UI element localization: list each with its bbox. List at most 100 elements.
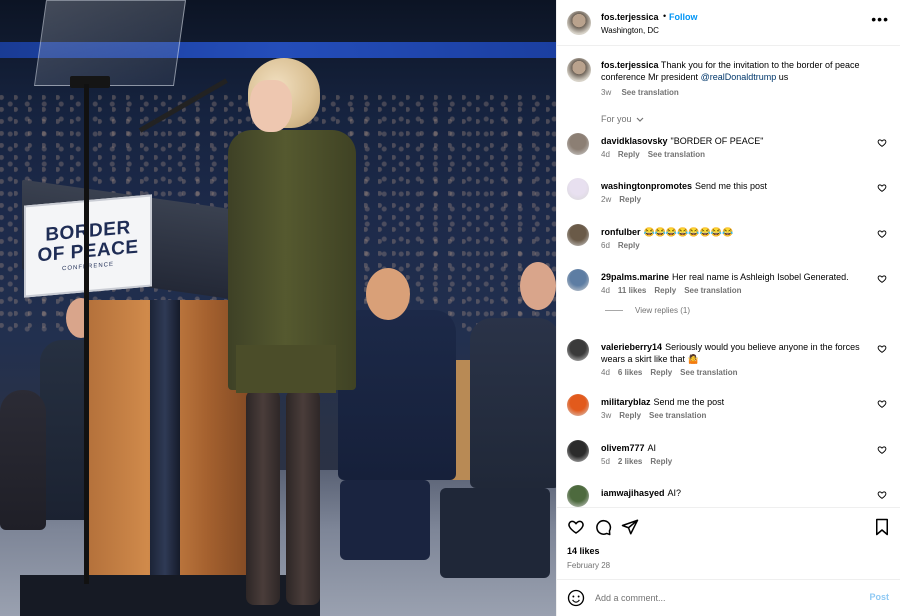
view-replies-label: View replies (1) [635, 306, 690, 315]
heart-icon[interactable] [567, 518, 585, 536]
reply-button[interactable]: Reply [650, 457, 672, 466]
bookmark-icon[interactable] [873, 518, 891, 536]
teleprompter-pole [84, 84, 89, 584]
comment-text: iamwajihasyed AI? [601, 487, 863, 499]
post-detail-panel: fos.terjessica • Follow Washington, DC •… [556, 0, 900, 616]
comment-icon[interactable] [594, 518, 612, 536]
likes-count[interactable]: 14 likes [567, 546, 600, 556]
see-translation-link[interactable]: See translation [621, 88, 678, 97]
heart-icon[interactable] [877, 138, 887, 148]
audience-legs [440, 488, 550, 578]
heart-icon[interactable] [877, 445, 887, 455]
caption-text: fos.terjessica Thank you for the invitat… [601, 59, 886, 83]
comment-likes[interactable]: 11 likes [618, 286, 646, 295]
audience-head [520, 262, 556, 310]
replies-divider [605, 310, 623, 312]
comment-username[interactable]: olivem777 [601, 443, 645, 453]
heart-icon[interactable] [877, 229, 887, 239]
comment-text: 29palms.marine Her real name is Ashleigh … [601, 271, 863, 283]
heart-icon[interactable] [877, 399, 887, 409]
avatar[interactable] [567, 224, 589, 246]
emoji-icon[interactable] [567, 589, 585, 607]
more-options-icon[interactable]: ••• [871, 12, 889, 26]
comment-text: ronfulber 😂😂😂😂😂😂😂😂 [601, 226, 863, 238]
comment-body: AI? [667, 488, 682, 498]
comment-body: "BORDER OF PEACE" [670, 136, 764, 146]
comment-text: washingtonpromotes Send me this post [601, 180, 863, 192]
heart-icon[interactable] [877, 344, 887, 354]
lectern-edge [150, 300, 180, 616]
comment-composer: Post [557, 579, 900, 616]
speaker-leg [246, 390, 280, 605]
reply-button[interactable]: Reply [618, 241, 640, 250]
avatar[interactable] [567, 58, 591, 82]
reply-button[interactable]: Reply [619, 195, 641, 204]
avatar[interactable] [567, 178, 589, 200]
see-translation-link[interactable]: See translation [680, 368, 737, 377]
speaker-skirt [236, 345, 336, 393]
comment-likes[interactable]: 2 likes [618, 457, 642, 466]
avatar[interactable] [567, 339, 589, 361]
reply-button[interactable]: Reply [650, 368, 672, 377]
comment-meta: 5d 2 likes Reply [601, 457, 680, 466]
comment-body: 😂😂😂😂😂😂😂😂 [643, 227, 734, 237]
caption-time: 3w [601, 88, 612, 97]
comment-meta: 3w Reply See translation [601, 411, 714, 420]
avatar[interactable] [567, 269, 589, 291]
comment-username[interactable]: washingtonpromotes [601, 181, 692, 191]
see-translation-link[interactable]: See translation [684, 286, 741, 295]
reply-button[interactable]: Reply [654, 286, 676, 295]
speaker-face [250, 80, 292, 132]
post-location[interactable]: Washington, DC [601, 26, 659, 35]
comment-body: AI [647, 443, 657, 453]
for-you-label: For you [601, 114, 632, 124]
comment-time: 3w [601, 411, 612, 420]
comment-likes[interactable]: 6 likes [618, 368, 642, 377]
see-translation-link[interactable]: See translation [649, 411, 706, 420]
caption-meta: 3w See translation [601, 88, 679, 97]
view-replies-button[interactable]: View replies (1) [605, 306, 690, 315]
reply-button[interactable]: Reply [618, 150, 640, 159]
comment-username[interactable]: ronfulber [601, 227, 641, 237]
for-you-dropdown[interactable]: For you [601, 114, 644, 124]
comment-body: Send me the post [653, 397, 725, 407]
heart-icon[interactable] [877, 183, 887, 193]
audience-head [366, 268, 410, 320]
comment-meta: 4d 11 likes Reply See translation [601, 286, 750, 295]
comment-body: Her real name is Ashleigh Isobel Generat… [672, 272, 849, 282]
audience-legs [340, 480, 430, 560]
comment-username[interactable]: 29palms.marine [601, 272, 669, 282]
heart-icon[interactable] [877, 274, 887, 284]
avatar[interactable] [567, 11, 591, 35]
see-translation-link[interactable]: See translation [648, 150, 705, 159]
comment-time: 4d [601, 286, 610, 295]
comment-time: 4d [601, 150, 610, 159]
comment-time: 2w [601, 195, 612, 204]
post-author-username[interactable]: fos.terjessica [601, 12, 659, 22]
post-header: fos.terjessica • Follow Washington, DC •… [557, 0, 900, 46]
avatar[interactable] [567, 440, 589, 462]
comment-text: olivem777 AI [601, 442, 863, 454]
reply-button[interactable]: Reply [619, 411, 641, 420]
share-icon[interactable] [621, 518, 639, 536]
caption-username[interactable]: fos.terjessica [601, 60, 659, 70]
comment-username[interactable]: militaryblaz [601, 397, 651, 407]
comment-text: davidklasovsky "BORDER OF PEACE" [601, 135, 863, 147]
caption-mention[interactable]: @realDonaldtrump [701, 72, 777, 82]
avatar[interactable] [567, 394, 589, 416]
comment-time: 4d [601, 368, 610, 377]
post-comment-button[interactable]: Post [869, 592, 889, 602]
avatar[interactable] [567, 485, 589, 507]
comment-username[interactable]: iamwajihasyed [601, 488, 665, 498]
heart-icon[interactable] [877, 490, 887, 500]
comment-username[interactable]: valerieberry14 [601, 342, 662, 352]
caption-tail: us [778, 72, 789, 82]
avatar[interactable] [567, 133, 589, 155]
follow-button[interactable]: Follow [669, 12, 698, 22]
comments-scroll[interactable]: fos.terjessica Thank you for the invitat… [557, 47, 900, 507]
comment-body: Send me this post [695, 181, 768, 191]
audience-person [0, 390, 46, 530]
post-photo[interactable]: BORDER OF PEACE CONFERENCE [0, 0, 556, 616]
comment-input[interactable] [595, 590, 845, 606]
comment-username[interactable]: davidklasovsky [601, 136, 668, 146]
